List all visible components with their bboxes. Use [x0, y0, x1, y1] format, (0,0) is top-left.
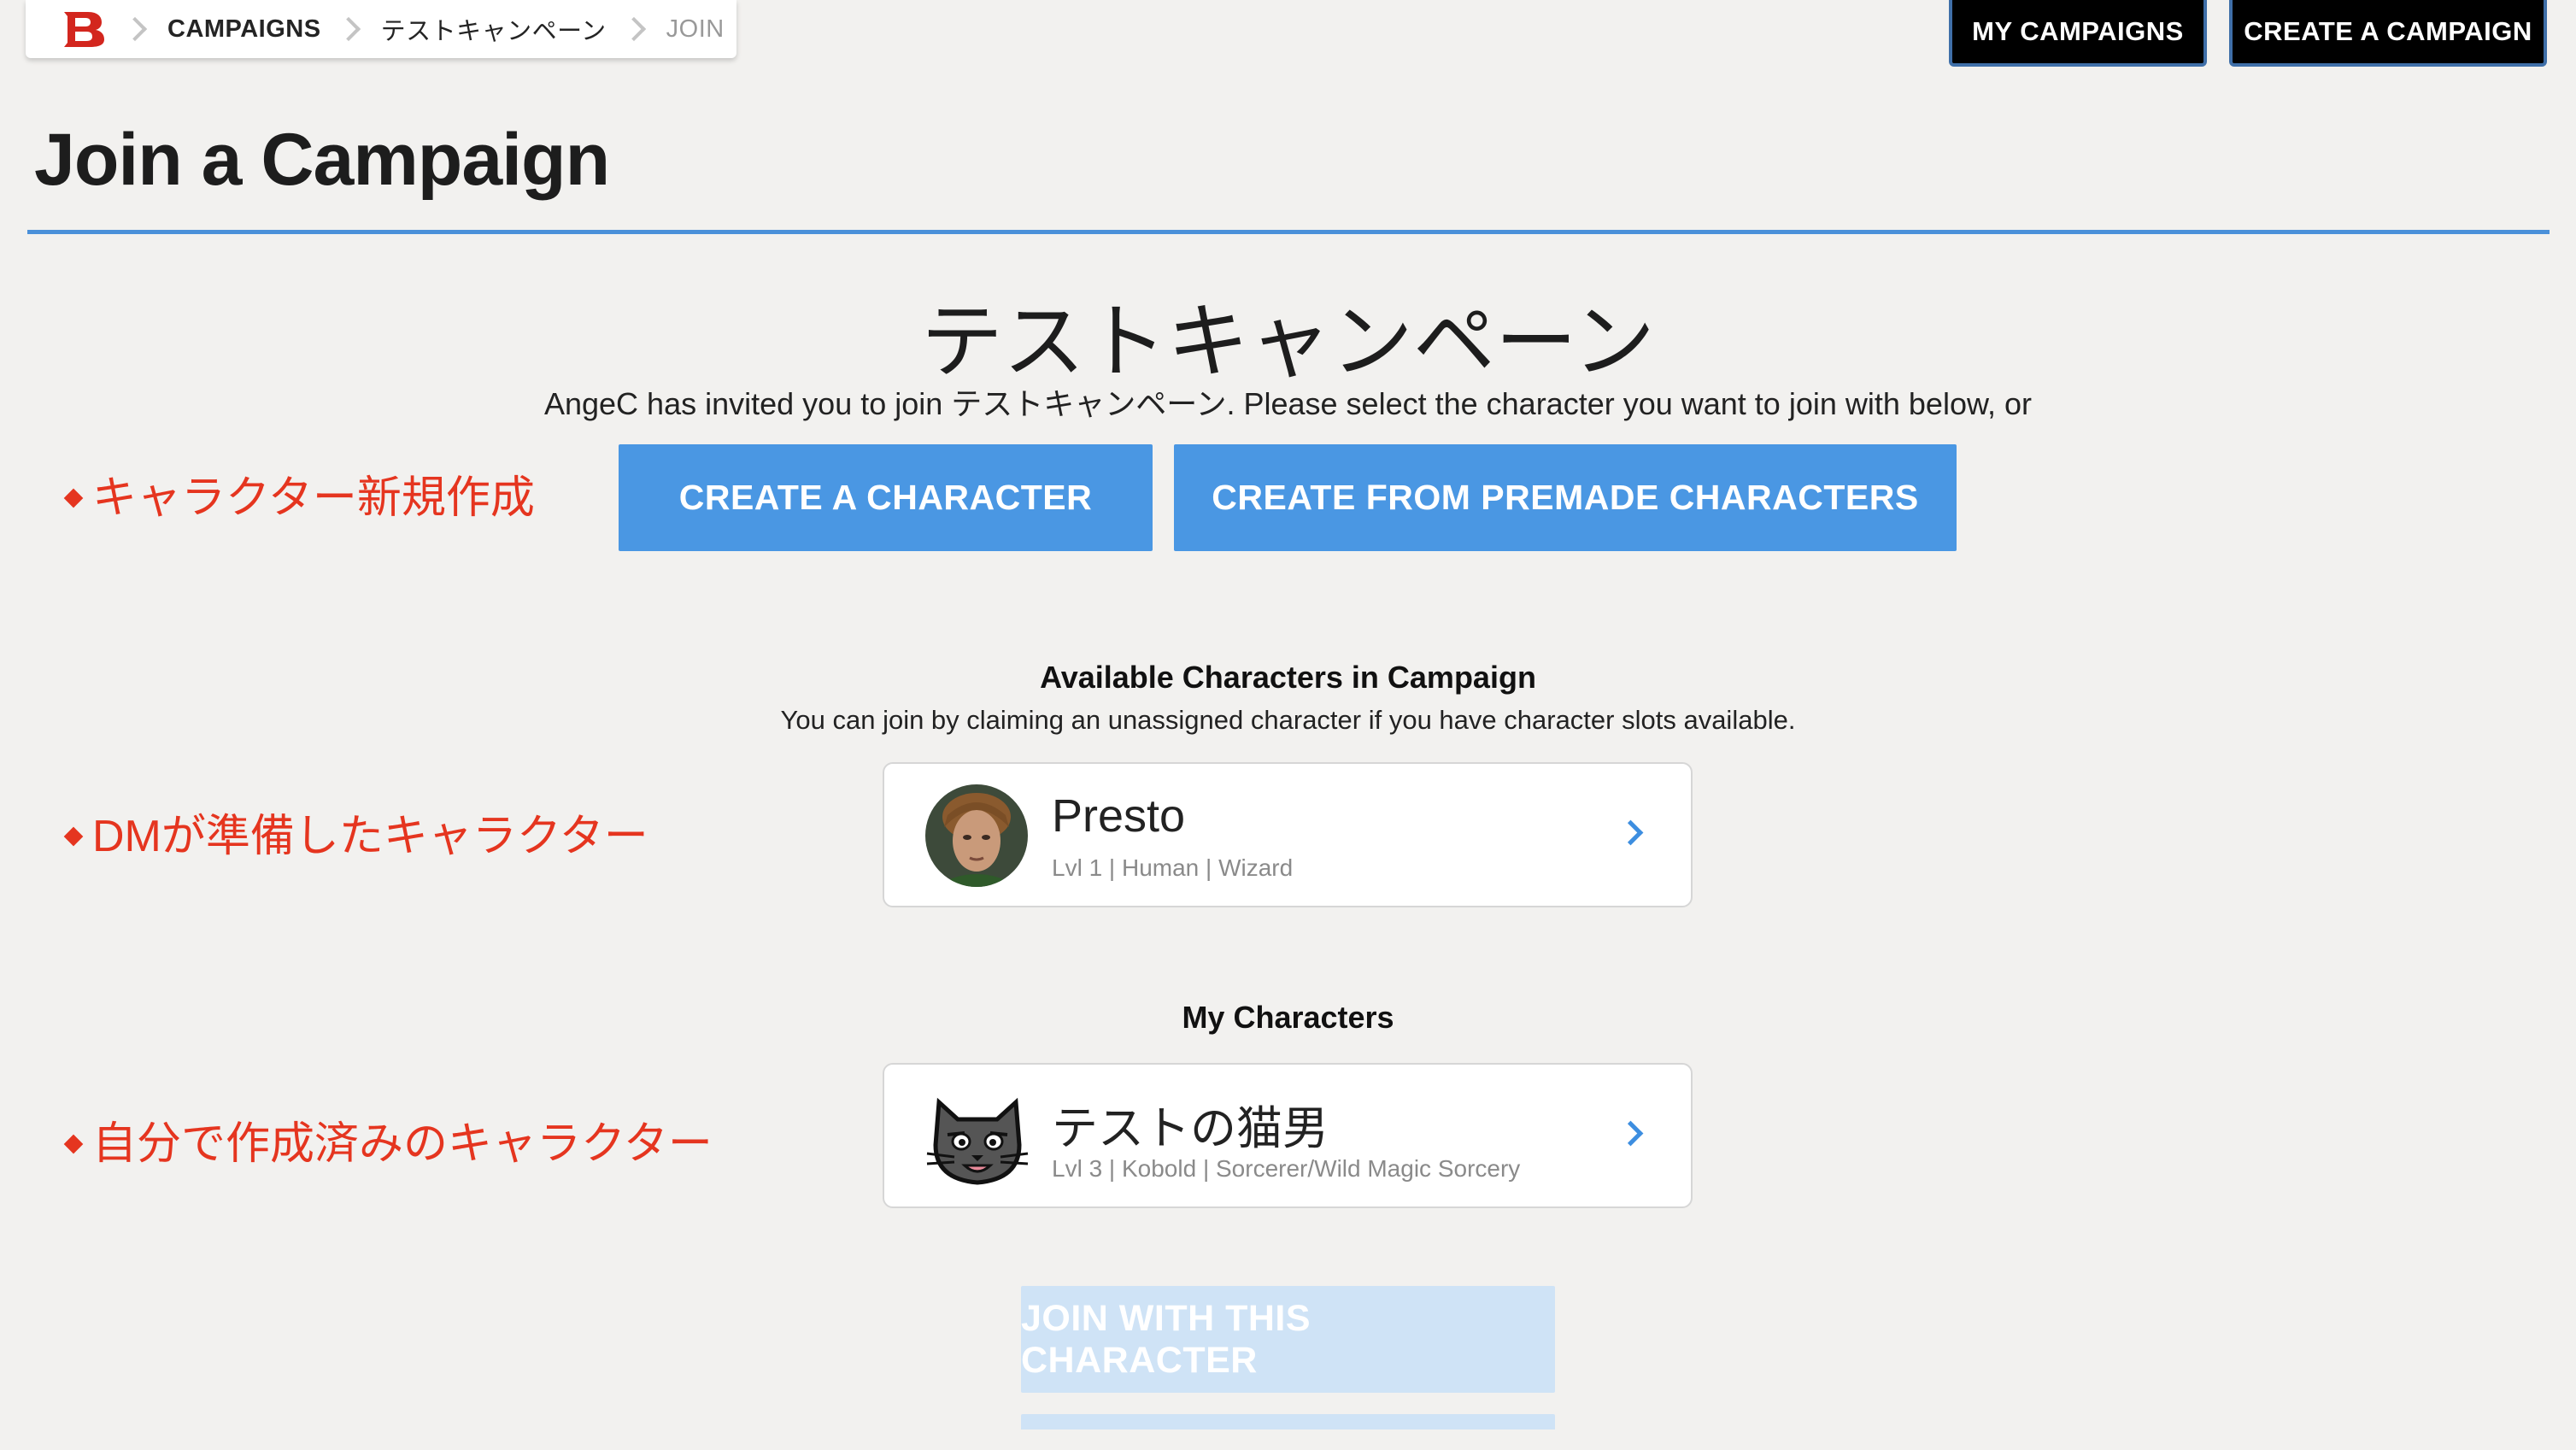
- breadcrumb: CAMPAIGNS テストキャンペーン JOIN: [26, 0, 736, 58]
- breadcrumb-campaigns[interactable]: CAMPAIGNS: [167, 15, 321, 44]
- my-campaigns-button[interactable]: MY CAMPAIGNS: [1949, 0, 2207, 67]
- chevron-right-icon: [336, 16, 361, 42]
- create-premade-button[interactable]: CREATE FROM PREMADE CHARACTERS: [1174, 444, 1957, 551]
- annotation-my-characters: 自分で作成済みのキャラクター: [63, 1107, 713, 1171]
- next-button-partial: [1021, 1414, 1555, 1429]
- ddb-logo-icon[interactable]: [60, 10, 108, 48]
- title-divider: [27, 230, 2550, 234]
- character-card-my[interactable]: テストの猫男 Lvl 3 | Kobold | Sorcerer/Wild Ma…: [883, 1063, 1693, 1208]
- available-characters-heading: Available Characters in Campaign: [1040, 660, 1536, 695]
- chevron-right-icon: [621, 16, 646, 42]
- character-name: テストの猫男: [1052, 1103, 1329, 1154]
- character-card-presto[interactable]: Presto Lvl 1 | Human | Wizard: [883, 762, 1693, 907]
- create-character-button[interactable]: CREATE A CHARACTER: [619, 444, 1153, 551]
- join-with-character-button[interactable]: JOIN WITH THIS CHARACTER: [1021, 1286, 1555, 1393]
- chevron-right-icon: [1617, 1120, 1644, 1147]
- breadcrumb-join: JOIN: [666, 15, 725, 43]
- breadcrumb-campaign-name[interactable]: テストキャンペーン: [381, 11, 607, 47]
- annotation-new-character: キャラクター新規作成: [63, 461, 535, 525]
- campaign-name: テストキャンペーン: [920, 296, 1656, 388]
- diamond-bullet-icon: [63, 488, 84, 508]
- annotation-label: キャラクター新規作成: [92, 473, 535, 523]
- diamond-bullet-icon: [63, 1134, 84, 1154]
- create-campaign-button[interactable]: CREATE A CAMPAIGN: [2229, 0, 2547, 67]
- character-name: Presto: [1052, 790, 1186, 842]
- chevron-right-icon: [122, 16, 148, 42]
- invite-text: AngeC has invited you to join テストキャンペーン.…: [543, 386, 2032, 421]
- chevron-right-icon: [1617, 819, 1644, 846]
- my-characters-heading: My Characters: [1182, 1000, 1394, 1035]
- character-portrait: [925, 784, 1028, 887]
- cat-portrait: [922, 1085, 1033, 1188]
- annotation-label: DMが準備したキャラクター: [92, 812, 648, 861]
- character-meta: Lvl 1 | Human | Wizard: [1052, 854, 1294, 881]
- available-characters-subtext: You can join by claiming an unassigned c…: [780, 705, 1796, 735]
- character-meta: Lvl 3 | Kobold | Sorcerer/Wild Magic Sor…: [1052, 1155, 1521, 1182]
- diamond-bullet-icon: [63, 826, 84, 847]
- annotation-label: 自分で作成済みのキャラクター: [92, 1119, 713, 1169]
- annotation-dm-characters: DMが準備したキャラクター: [63, 800, 648, 864]
- page-title: Join a Campaign: [34, 119, 610, 201]
